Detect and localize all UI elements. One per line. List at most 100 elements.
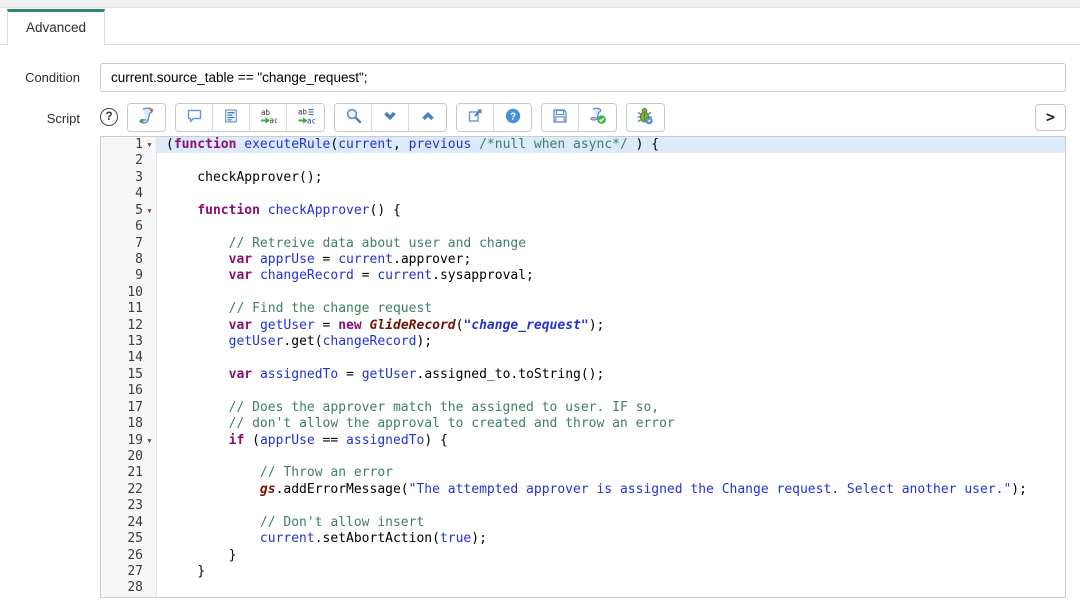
script-toolbar: ? abac abac? > [100, 102, 1066, 132]
save-button[interactable] [542, 104, 579, 131]
context-help-icon[interactable]: ? [100, 108, 118, 126]
line-number: 21 [101, 465, 143, 481]
search-icon [345, 107, 362, 127]
code-line: 1▼(function executeRule(current, previou… [101, 137, 1065, 153]
toolbar-button-group [334, 103, 447, 132]
expand-toolbar-button[interactable]: > [1035, 104, 1066, 131]
gutter: 11 [101, 301, 157, 317]
fold-slot [143, 153, 156, 169]
line-number: 13 [101, 334, 143, 350]
fold-slot [143, 367, 156, 383]
gutter: 20 [101, 449, 157, 465]
gutter: 2 [101, 153, 157, 169]
line-number: 2 [101, 153, 143, 169]
gutter: 10 [101, 285, 157, 301]
code-text: gs.addErrorMessage("The attempted approv… [157, 482, 1065, 498]
replace-all-button[interactable]: abac [287, 104, 324, 131]
line-number: 4 [101, 186, 143, 202]
code-line: 4 [101, 186, 1065, 202]
fold-slot [143, 449, 156, 465]
open-new-window-button[interactable] [457, 104, 494, 131]
code-text: checkApprover(); [157, 170, 1065, 186]
gutter: 8 [101, 252, 157, 268]
condition-input[interactable] [100, 63, 1066, 92]
code-text: getUser.get(changeRecord); [157, 334, 1065, 350]
fold-toggle-icon[interactable]: ▼ [143, 137, 156, 153]
code-line: 21 // Throw an error [101, 465, 1065, 481]
fold-slot [143, 301, 156, 317]
fold-slot [143, 580, 156, 596]
gutter: 4 [101, 186, 157, 202]
toolbar-button-group: abac abac [175, 103, 325, 132]
fold-slot [143, 416, 156, 432]
code-text: var changeRecord = current.sysapproval; [157, 268, 1065, 284]
line-number: 3 [101, 170, 143, 186]
find-previous-icon [420, 108, 436, 127]
find-next-button[interactable] [372, 104, 409, 131]
fold-slot [143, 400, 156, 416]
gutter: 22 [101, 482, 157, 498]
code-line: 22 gs.addErrorMessage("The attempted app… [101, 482, 1065, 498]
code-line: 16 [101, 383, 1065, 399]
fold-slot [143, 318, 156, 334]
code-text: // Don't allow insert [157, 515, 1065, 531]
line-number: 20 [101, 449, 143, 465]
replace-button[interactable]: abac [250, 104, 287, 131]
gutter: 14 [101, 350, 157, 366]
code-text [157, 153, 1065, 169]
help-icon: ? [504, 107, 522, 128]
line-number: 16 [101, 383, 143, 399]
fold-slot [143, 383, 156, 399]
line-number: 12 [101, 318, 143, 334]
gutter: 28 [101, 580, 157, 596]
line-number: 15 [101, 367, 143, 383]
gutter: 16 [101, 383, 157, 399]
line-number: 18 [101, 416, 143, 432]
fold-slot [143, 531, 156, 547]
code-line: 28 [101, 580, 1065, 596]
line-number: 8 [101, 252, 143, 268]
fold-toggle-icon[interactable]: ▼ [143, 203, 156, 219]
code-line: 7 // Retreive data about user and change [101, 236, 1065, 252]
fold-toggle-icon[interactable]: ▼ [143, 433, 156, 449]
code-line: 12 var getUser = new GlideRecord("change… [101, 318, 1065, 334]
help-button[interactable]: ? [494, 104, 531, 131]
code-line: 20 [101, 449, 1065, 465]
code-line: 5▼ function checkApprover() { [101, 203, 1065, 219]
code-text: function checkApprover() { [157, 203, 1065, 219]
top-strip [0, 0, 1080, 8]
code-line: 26 } [101, 548, 1065, 564]
toggle-comment-button[interactable] [176, 104, 213, 131]
line-number: 25 [101, 531, 143, 547]
replace-all-icon: abac [297, 107, 315, 128]
code-text: } [157, 564, 1065, 580]
fold-slot [143, 236, 156, 252]
code-text: var assignedTo = getUser.assigned_to.toS… [157, 367, 1065, 383]
code-text: // Retreive data about user and change [157, 236, 1065, 252]
line-number: 22 [101, 482, 143, 498]
format-code-button[interactable] [213, 104, 250, 131]
code-text [157, 498, 1065, 514]
search-button[interactable] [335, 104, 372, 131]
find-next-icon [382, 108, 398, 127]
line-number: 14 [101, 350, 143, 366]
condition-row: Condition [0, 63, 1066, 92]
fold-slot [143, 515, 156, 531]
tab-advanced[interactable]: Advanced [7, 9, 105, 45]
find-previous-button[interactable] [409, 104, 446, 131]
code-line: 3 checkApprover(); [101, 170, 1065, 186]
script-editor[interactable]: 1▼(function executeRule(current, previou… [100, 136, 1066, 598]
code-text: // Does the approver match the assigned … [157, 400, 1065, 416]
line-number: 10 [101, 285, 143, 301]
line-number: 19 [101, 433, 143, 449]
svg-text:ac: ac [270, 116, 278, 125]
code-text: current.setAbortAction(true); [157, 531, 1065, 547]
code-text: } [157, 548, 1065, 564]
fold-slot [143, 498, 156, 514]
gutter: 3 [101, 170, 157, 186]
gutter: 6 [101, 219, 157, 235]
syntax-check-button[interactable] [579, 104, 616, 131]
debug-button[interactable] [627, 104, 664, 131]
script-button[interactable] [128, 104, 165, 131]
line-number: 17 [101, 400, 143, 416]
